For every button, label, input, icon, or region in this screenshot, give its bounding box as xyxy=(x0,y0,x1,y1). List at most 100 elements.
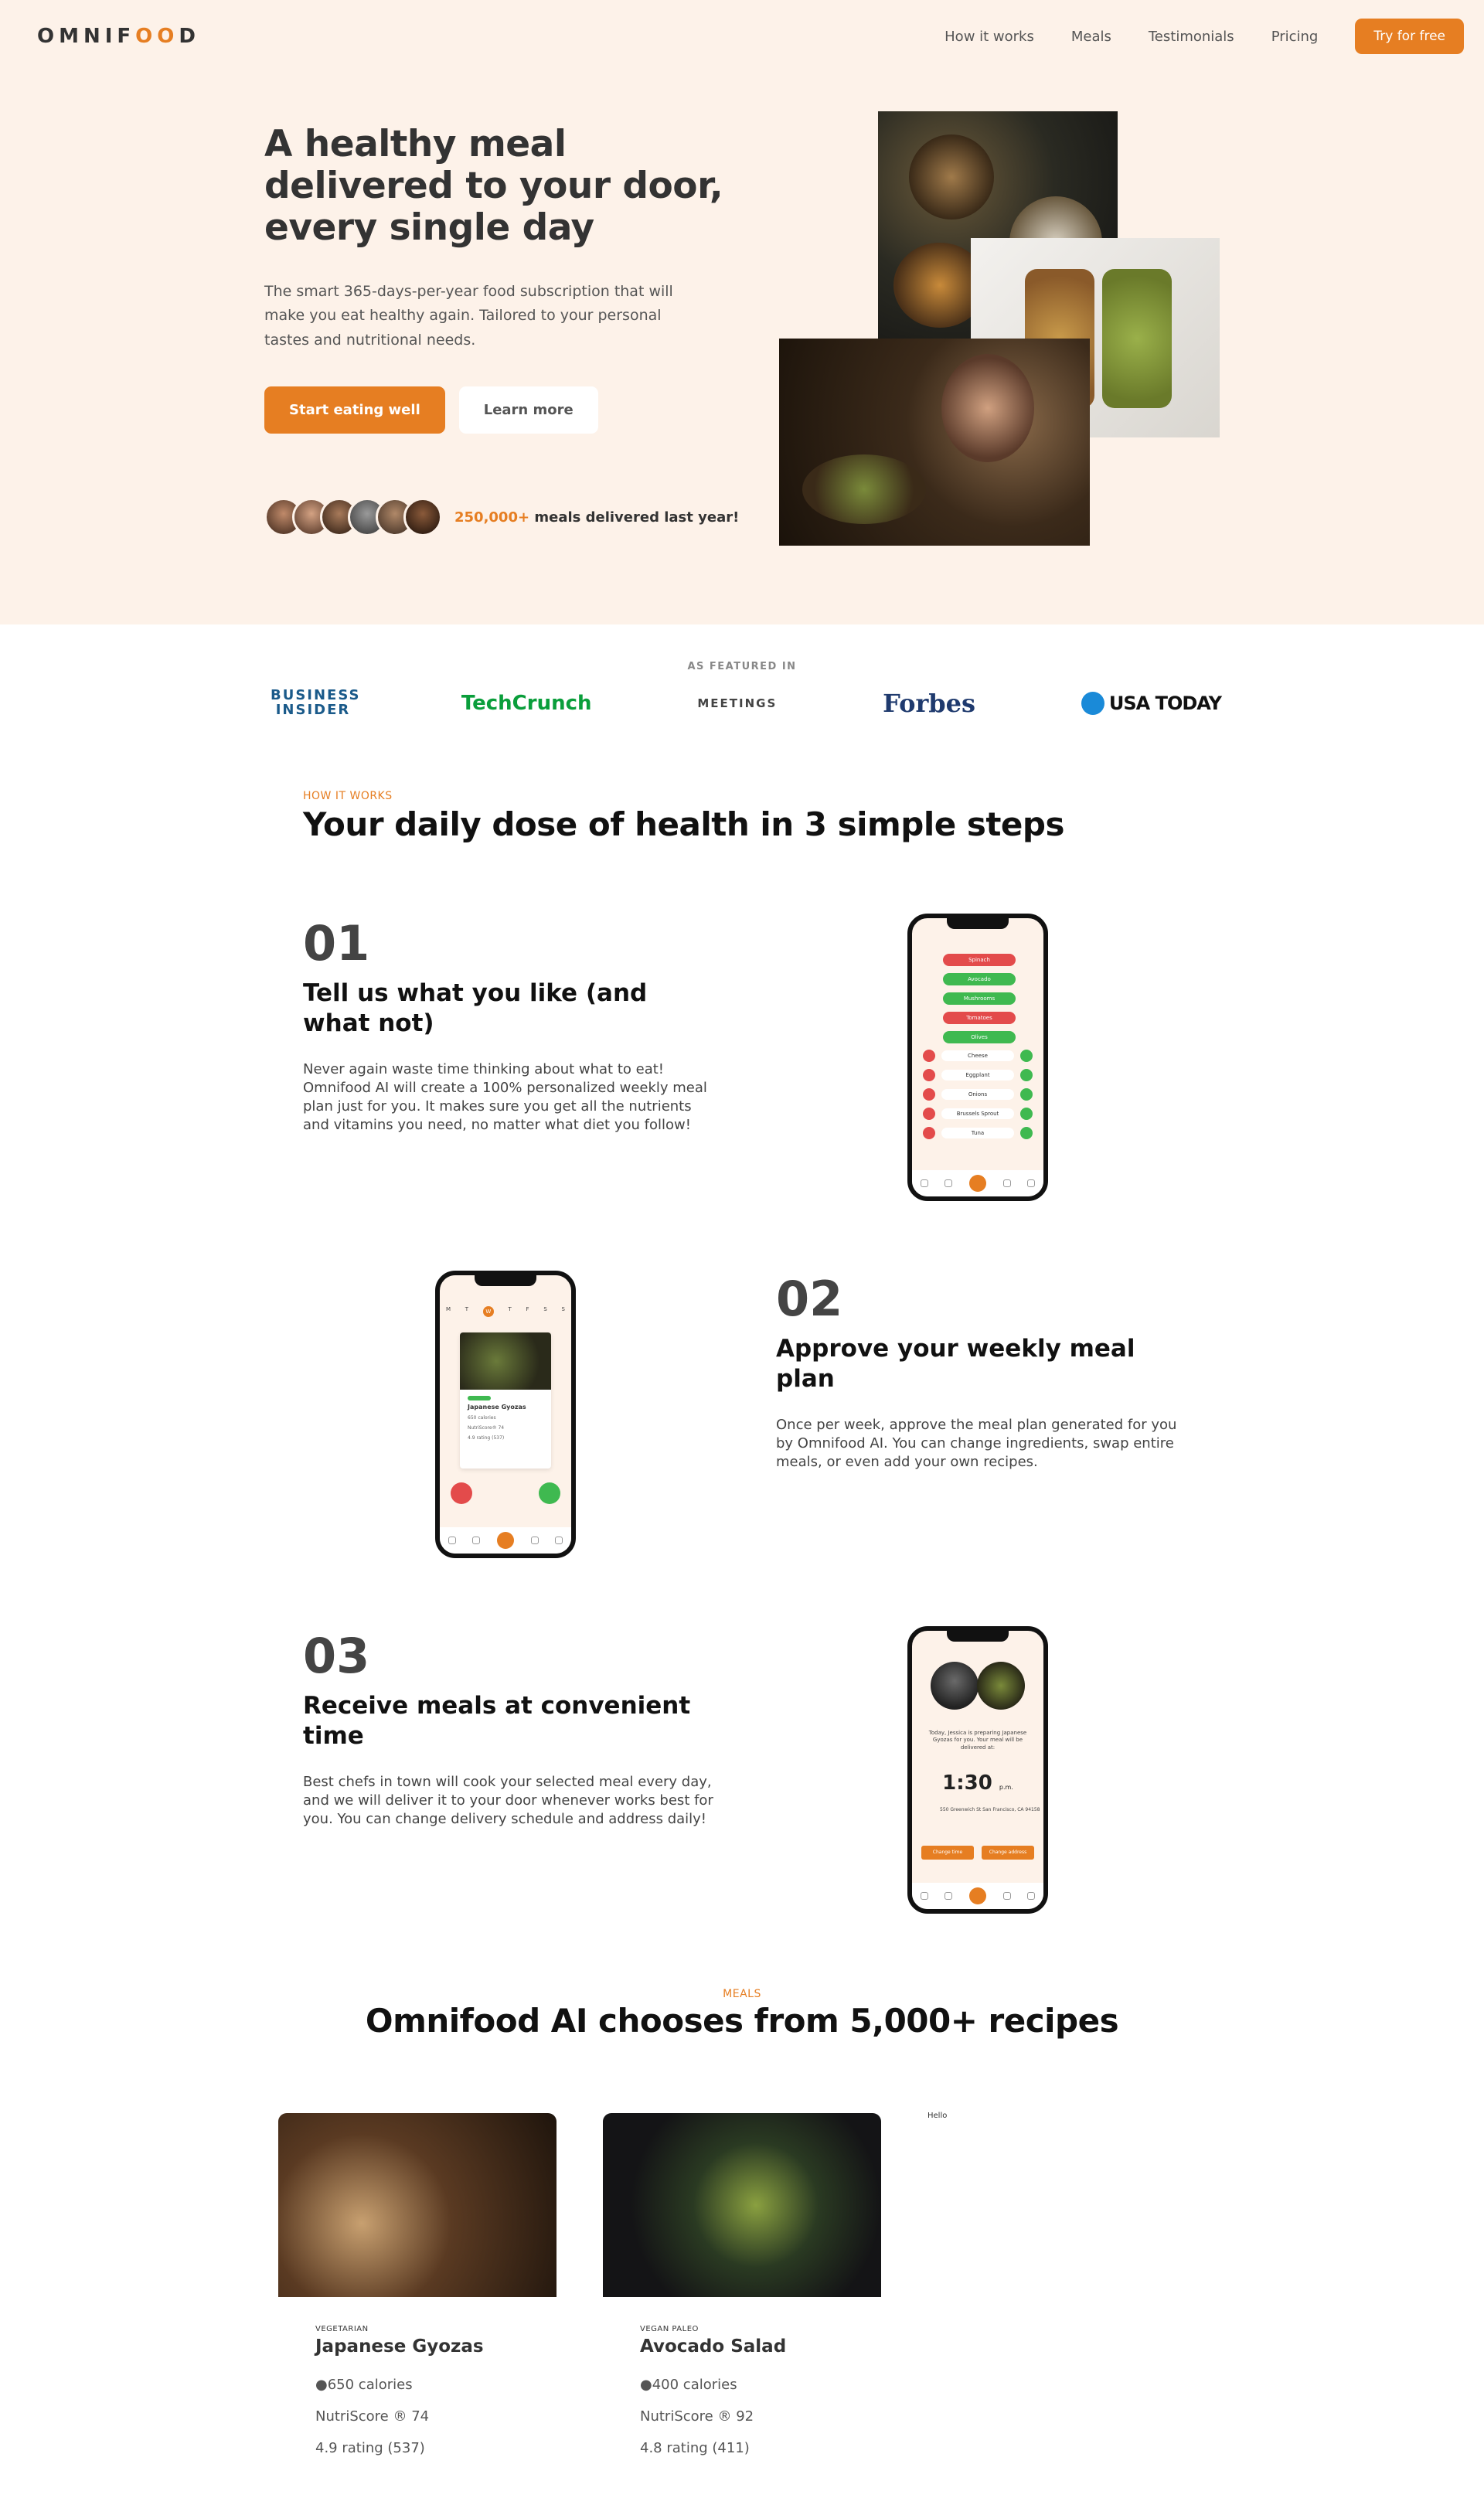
step-title: Approve your weekly meal plan xyxy=(776,1335,1135,1393)
mini-meal-line: 4.9 rating (537) xyxy=(468,1435,505,1441)
meal-nutriscore: NutriScore ® 74 xyxy=(315,2408,430,2425)
meal-content: VEGETARIAN Japanese Gyozas ●650 calories… xyxy=(278,2297,556,2456)
flame-icon: ● xyxy=(640,2377,652,2393)
meals-heading: Omnifood AI chooses from 5,000+ recipes xyxy=(365,2002,1119,2040)
step-number: 01 xyxy=(303,915,370,972)
how-subheading: HOW IT WORKS xyxy=(303,790,393,802)
thumbs-down-icon xyxy=(451,1482,472,1504)
step-number: 03 xyxy=(303,1628,370,1684)
featured-label: AS FEATURED IN xyxy=(687,661,797,672)
delivered-count: 250,000+ xyxy=(454,509,530,526)
site-header: OMNIFOOD How it works Meals Testimonials… xyxy=(0,0,1484,73)
pill-olives: Olives xyxy=(943,1031,1016,1043)
customer-avatars xyxy=(264,498,442,536)
step-description: Never again waste time thinking about wh… xyxy=(303,1060,707,1134)
meal-content: VEGAN PALEO Avocado Salad ●400 calories … xyxy=(603,2297,881,2456)
chef-avatar xyxy=(931,1662,979,1710)
delivered-rest: meals delivered last year! xyxy=(534,509,740,526)
pill-spinach: Spinach xyxy=(943,954,1016,966)
delivery-address: 550 Greenwich St San Francisco, CA 94158 xyxy=(940,1807,1040,1812)
food-row: Brussels Sprout xyxy=(923,1108,1033,1120)
food-row: Tuna xyxy=(923,1127,1033,1139)
phone-step-03: Today, Jessica is preparing Japanese Gyo… xyxy=(907,1626,1048,1914)
avatar xyxy=(403,498,442,536)
hero-buttons: Start eating well Learn more xyxy=(264,386,728,434)
hero-section: OMNIFOOD How it works Meals Testimonials… xyxy=(0,0,1484,624)
start-eating-well-button[interactable]: Start eating well xyxy=(264,386,445,434)
meal-card-gyozas[interactable]: VEGETARIAN Japanese Gyozas ●650 calories… xyxy=(278,2113,556,2456)
step-description: Best chefs in town will cook your select… xyxy=(303,1773,713,1828)
mini-meal-line: 650 calories xyxy=(468,1415,496,1421)
meal-image xyxy=(603,2113,881,2297)
step-03: 03 Receive meals at convenient time Best… xyxy=(303,1632,720,1829)
phone-step-01: Spinach Avocado Mushrooms Tomatoes Olive… xyxy=(907,914,1048,1201)
logo-oo: OO xyxy=(135,25,179,48)
meal-title: Avocado Salad xyxy=(640,2336,787,2357)
featured-logos: BUSINESS INSIDER TechCrunch MEETINGS For… xyxy=(271,686,1222,720)
phone-nav xyxy=(912,1170,1043,1196)
logo-text-end: D xyxy=(179,25,200,48)
mini-meal-line: NutriScore® 74 xyxy=(468,1425,505,1431)
step-02: 02 Approve your weekly meal plan Once pe… xyxy=(776,1275,1193,1472)
meal-tag: VEGAN PALEO xyxy=(640,2325,699,2333)
meal-tag: VEGETARIAN xyxy=(315,2325,369,2333)
how-heading: Your daily dose of health in 3 simple st… xyxy=(303,805,1064,843)
nav-testimonials[interactable]: Testimonials xyxy=(1149,29,1234,45)
hero-title: A healthy meal delivered to your door, e… xyxy=(264,123,723,250)
pill-mushrooms: Mushrooms xyxy=(943,992,1016,1005)
step-01: 01 Tell us what you like (and what not) … xyxy=(303,920,720,1135)
hero-image-woman-eating xyxy=(779,339,1090,546)
meal-rating: 4.9 rating (537) xyxy=(315,2440,425,2456)
hello-text: Hello xyxy=(928,2112,948,2120)
usa-today-text: USA TODAY xyxy=(1108,693,1222,714)
try-for-free-button[interactable]: Try for free xyxy=(1355,19,1464,54)
meetings-logo: MEETINGS xyxy=(697,696,778,710)
step-title: Receive meals at convenient time xyxy=(303,1692,691,1750)
techcrunch-logo: TechCrunch xyxy=(461,692,592,715)
meal-calories: ●400 calories xyxy=(640,2377,737,2393)
step-title: Tell us what you like (and what not) xyxy=(303,979,648,1037)
pill-avocado: Avocado xyxy=(943,973,1016,985)
mini-meal-card: Japanese Gyozas 650 calories NutriScore®… xyxy=(460,1332,551,1469)
learn-more-button[interactable]: Learn more xyxy=(458,386,598,434)
nav-meals[interactable]: Meals xyxy=(1071,29,1111,45)
food-row: Eggplant xyxy=(923,1069,1033,1081)
phone-nav xyxy=(912,1883,1043,1909)
step-description: Once per week, approve the meal plan gen… xyxy=(776,1416,1177,1471)
flame-icon: ● xyxy=(315,2377,328,2393)
mini-meal-title: Japanese Gyozas xyxy=(468,1404,526,1411)
meal-card-avocado-salad[interactable]: VEGAN PALEO Avocado Salad ●400 calories … xyxy=(603,2113,881,2456)
usa-today-logo: USA TODAY xyxy=(1081,692,1222,715)
change-time-button: Change time xyxy=(921,1846,974,1860)
meal-image xyxy=(278,2113,556,2297)
phone-nav xyxy=(440,1527,571,1554)
meal-calories: ●650 calories xyxy=(315,2377,413,2393)
logo-text: OMNIF xyxy=(37,25,136,48)
phone-step-02: MTWTFSS Japanese Gyozas 650 calories Nut… xyxy=(435,1271,576,1558)
thumbs-up-icon xyxy=(539,1482,560,1504)
usa-today-dot-icon xyxy=(1081,692,1104,715)
meals-subheading: MEALS xyxy=(723,1988,761,2000)
nav-how-it-works[interactable]: How it works xyxy=(945,29,1034,45)
nav-pricing[interactable]: Pricing xyxy=(1271,29,1319,45)
delivered-meals: 250,000+ meals delivered last year! xyxy=(264,498,739,536)
delivery-time: 1:30 p.m. xyxy=(942,1771,1013,1795)
meal-nutriscore: NutriScore ® 92 xyxy=(640,2408,754,2425)
pill-tomatoes: Tomatoes xyxy=(943,1012,1016,1024)
food-row: Onions xyxy=(923,1088,1033,1101)
omnifood-logo[interactable]: OMNIFOOD xyxy=(37,25,200,48)
hero-description: The smart 365-days-per-year food subscri… xyxy=(264,283,673,349)
hero-text-box: A healthy meal delivered to your door, e… xyxy=(264,123,728,434)
delivery-text: Today, Jessica is preparing Japanese Gyo… xyxy=(928,1730,1027,1751)
weekday-row: MTWTFSS xyxy=(446,1306,565,1317)
meal-rating: 4.8 rating (411) xyxy=(640,2440,750,2456)
delivered-text: 250,000+ meals delivered last year! xyxy=(454,509,739,526)
food-row: Cheese xyxy=(923,1050,1033,1062)
meal-title: Japanese Gyozas xyxy=(315,2336,484,2357)
step-number: 02 xyxy=(776,1271,843,1327)
business-insider-logo: BUSINESS INSIDER xyxy=(271,687,361,718)
forbes-logo: Forbes xyxy=(883,689,976,718)
main-nav: How it works Meals Testimonials Pricing … xyxy=(907,19,1464,54)
meal-avatar xyxy=(977,1662,1025,1710)
change-address-button: Change address xyxy=(982,1846,1034,1860)
